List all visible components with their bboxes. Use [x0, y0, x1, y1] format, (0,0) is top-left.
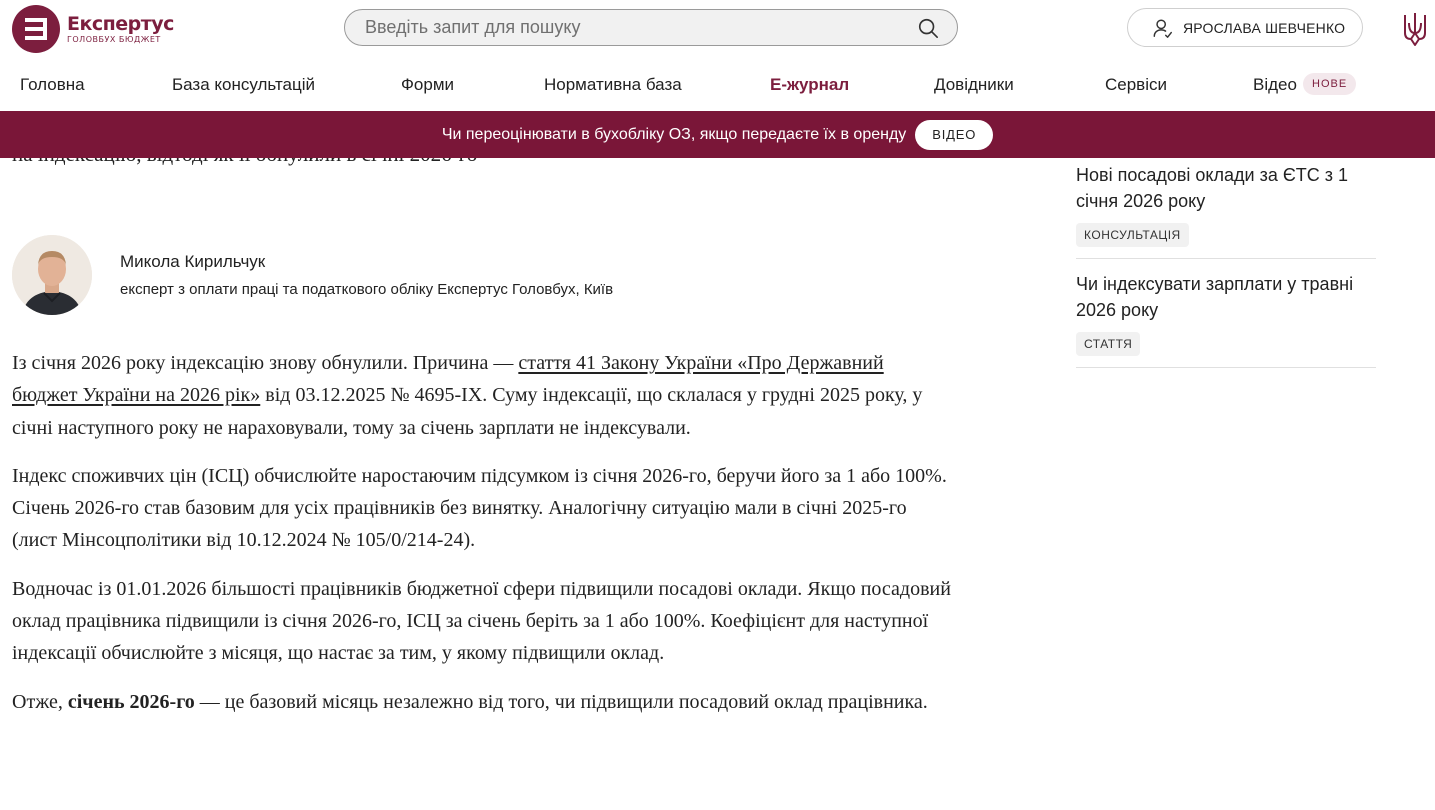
related-tag: СТАТТЯ — [1076, 332, 1141, 356]
paragraph-text: — це базовий місяць незалежно від того, … — [194, 690, 928, 713]
author-avatar — [12, 235, 92, 315]
paragraph-4: Отже, січень 2026-го — це базовий місяць… — [12, 686, 952, 718]
sidebar-divider — [1076, 367, 1376, 368]
nav-item-regulations[interactable]: Нормативна база — [544, 75, 682, 95]
logo-name: Експертус — [67, 13, 174, 35]
author-photo-icon — [12, 235, 92, 315]
promo-banner[interactable]: Чи переоцінювати в бухобліку ОЗ, якщо пе… — [0, 111, 1435, 158]
nav-item-video[interactable]: Відео — [1253, 75, 1297, 95]
new-badge: НОВЕ — [1303, 73, 1357, 95]
trident-icon — [1404, 13, 1426, 46]
site-logo[interactable]: Експертус ГОЛОВБУХ БЮДЖЕТ — [12, 5, 174, 53]
paragraph-2: Індекс споживчих цін (ІСЦ) обчислюйте на… — [12, 464, 947, 552]
nav-item-ejournal[interactable]: Е-журнал — [770, 75, 849, 95]
sidebar-related-item[interactable]: Нові посадові оклади за ЄТС з 1 січня 20… — [1076, 162, 1376, 247]
paragraph-text: Отже, — [12, 690, 68, 713]
author-role: експерт з оплати праці та податкового об… — [120, 281, 614, 298]
site-header: Експертус ГОЛОВБУХ БЮДЖЕТ ЯРОСЛАВА ШЕВЧЕ… — [0, 0, 1435, 60]
nav-item-services[interactable]: Сервіси — [1105, 75, 1167, 95]
search-input[interactable] — [365, 10, 905, 45]
paragraph-1: Із січня 2026 року індексацію знову обну… — [12, 347, 952, 444]
nav-item-home[interactable]: Головна — [20, 75, 85, 95]
paragraph-text: Із січня 2026 року індексацію знову обну… — [12, 352, 519, 374]
paragraph-bold-text: січень 2026-го — [67, 690, 195, 713]
sidebar-divider — [1076, 258, 1376, 259]
related-tag: КОНСУЛЬТАЦІЯ — [1076, 223, 1189, 247]
user-profile-button[interactable]: ЯРОСЛАВА ШЕВЧЕНКО — [1127, 8, 1363, 47]
nav-item-consultations[interactable]: База консультацій — [172, 75, 315, 95]
author-name[interactable]: Микола Кирильчук — [120, 252, 265, 272]
logo-wordmark: Експертус ГОЛОВБУХ БЮДЖЕТ — [67, 13, 174, 45]
related-title[interactable]: Нові посадові оклади за ЄТС з 1 січня 20… — [1076, 162, 1376, 214]
nav-item-forms[interactable]: Форми — [401, 75, 454, 95]
article-body: Із січня 2026 року індексацію знову обну… — [12, 347, 952, 734]
sidebar-related-item[interactable]: Чи індексувати зарплати у травні 2026 ро… — [1076, 271, 1376, 356]
banner-text[interactable]: Чи переоцінювати в бухобліку ОЗ, якщо пе… — [442, 126, 906, 144]
user-icon — [1153, 18, 1172, 38]
paragraph-3: Водночас із 01.01.2026 більшості працівн… — [12, 577, 951, 665]
nav-item-references[interactable]: Довідники — [934, 75, 1014, 95]
related-title[interactable]: Чи індексувати зарплати у травні 2026 ро… — [1076, 271, 1376, 323]
search-icon[interactable] — [917, 17, 939, 39]
main-nav: Головна База консультацій Форми Норматив… — [0, 60, 1435, 111]
logo-mark-icon — [12, 5, 60, 53]
search-box — [344, 9, 958, 46]
logo-subtitle: ГОЛОВБУХ БЮДЖЕТ — [67, 35, 161, 44]
banner-video-button[interactable]: ВІДЕО — [915, 119, 994, 150]
user-name: ЯРОСЛАВА ШЕВЧЕНКО — [1183, 19, 1346, 36]
